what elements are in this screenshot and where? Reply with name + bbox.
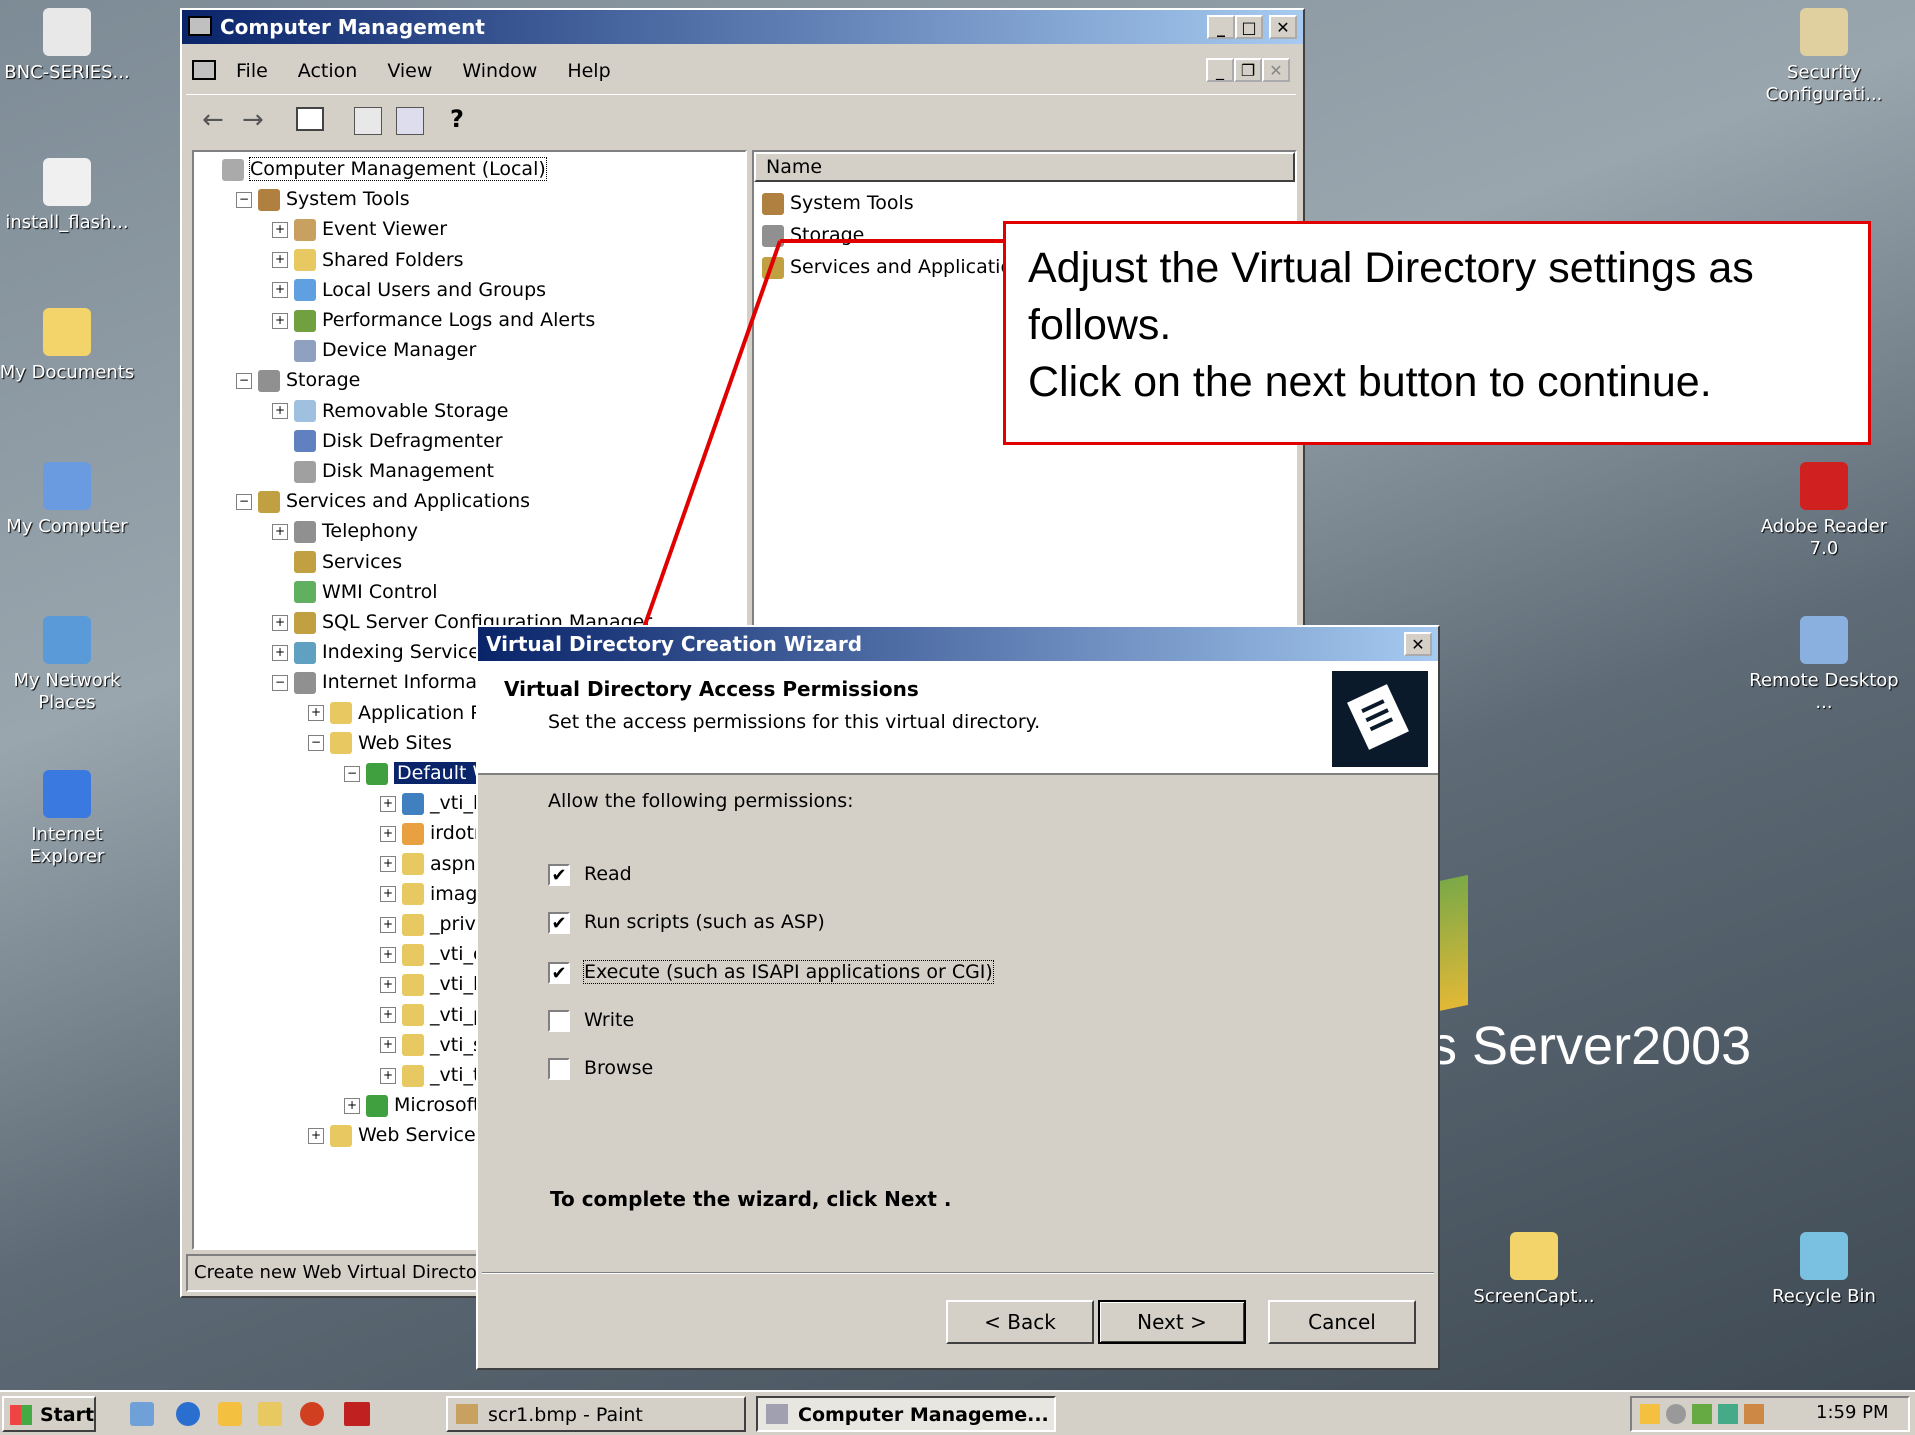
taskbar-button-label: Computer Manageme... (798, 1404, 1049, 1426)
start-label: Start (40, 1404, 95, 1426)
permission-label: Browse (584, 1057, 654, 1079)
permission-checkbox-read[interactable]: ✔ Read (548, 859, 632, 889)
computer-management-icon (766, 1404, 788, 1424)
tray-network-icon[interactable] (1718, 1404, 1738, 1424)
wizard-title: Virtual Directory Creation Wizard (486, 632, 863, 656)
taskbar: Start scr1.bmp - Paint Computer Manageme.… (0, 1390, 1915, 1435)
checkbox-icon[interactable]: ✔ (548, 961, 570, 984)
permission-checkbox-run[interactable]: ✔ Run scripts (such as ASP) (548, 907, 825, 937)
allow-permissions-label: Allow the following permissions: (548, 790, 854, 812)
explorer-quicklaunch-icon[interactable] (258, 1402, 282, 1426)
complete-wizard-text: To complete the wizard, click Next . (550, 1187, 952, 1211)
checkbox-icon[interactable] (548, 1009, 570, 1032)
windows-logo-icon (10, 1405, 32, 1425)
checkbox-icon[interactable]: ✔ (548, 911, 570, 934)
virtual-directory-wizard-dialog: Virtual Directory Creation Wizard ✕ Virt… (476, 625, 1440, 1370)
permission-label: Run scripts (such as ASP) (584, 911, 825, 933)
permission-checkbox-execute[interactable]: ✔ Execute (such as ISAPI applications or … (548, 957, 994, 987)
wizard-close-button[interactable]: ✕ (1404, 632, 1432, 656)
taskbar-button[interactable]: Computer Manageme... (756, 1396, 1056, 1432)
paint-icon (456, 1404, 478, 1424)
taskbar-button-label: scr1.bmp - Paint (488, 1404, 643, 1426)
wizard-separator (482, 1272, 1434, 1274)
back-button[interactable]: < Back (946, 1300, 1094, 1344)
wizard-title-bar[interactable]: Virtual Directory Creation Wizard ✕ (478, 627, 1438, 661)
wizard-heading: Virtual Directory Access Permissions (504, 677, 919, 701)
taskbar-button[interactable]: scr1.bmp - Paint (446, 1396, 746, 1432)
checkbox-icon[interactable] (548, 1057, 570, 1080)
tray-services-icon[interactable] (1744, 1404, 1764, 1424)
wizard-subheading: Set the access permissions for this virt… (548, 711, 1041, 733)
permission-checkbox-write[interactable]: Write (548, 1005, 634, 1035)
console-quicklaunch-icon[interactable] (344, 1402, 370, 1426)
cancel-button[interactable]: Cancel (1268, 1300, 1416, 1344)
media-quicklaunch-icon[interactable] (300, 1402, 324, 1426)
checkbox-icon[interactable]: ✔ (548, 863, 570, 886)
permission-checkbox-browse[interactable]: Browse (548, 1053, 653, 1083)
tray-paint-icon[interactable] (1692, 1404, 1712, 1424)
tray-clock-icon[interactable] (1640, 1404, 1660, 1424)
start-button[interactable]: Start (2, 1396, 96, 1432)
ie-quicklaunch-icon[interactable] (176, 1402, 200, 1426)
permission-label: Write (584, 1009, 635, 1031)
clock-app-icon[interactable] (218, 1402, 242, 1426)
next-button[interactable]: Next > (1098, 1300, 1246, 1344)
system-tray: 1:59 PM (1630, 1396, 1910, 1432)
permission-label: Execute (such as ISAPI applications or C… (583, 960, 994, 984)
wizard-header: Virtual Directory Access Permissions Set… (478, 661, 1438, 775)
show-desktop-icon[interactable] (130, 1402, 154, 1426)
permission-label: Read (584, 863, 632, 885)
tray-clock: 1:59 PM (1816, 1402, 1889, 1423)
wizard-banner-icon (1332, 671, 1428, 767)
tray-sql-icon[interactable] (1666, 1404, 1686, 1424)
